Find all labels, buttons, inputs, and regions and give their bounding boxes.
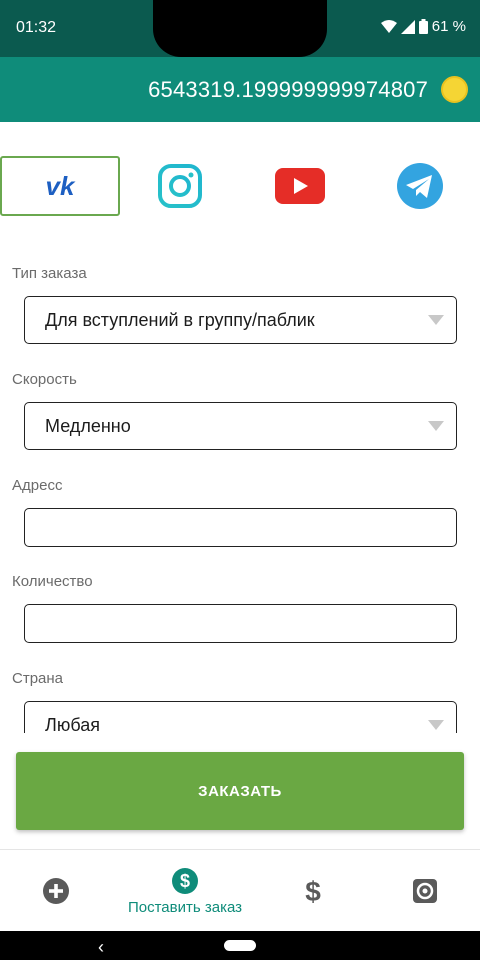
battery-icon xyxy=(418,19,428,34)
dollar-circle-icon: $ xyxy=(172,867,198,894)
nav-place-order[interactable]: $ Поставить заказ xyxy=(115,850,255,932)
social-telegram[interactable] xyxy=(360,156,480,216)
status-time: 01:32 xyxy=(16,19,57,36)
svg-text:$: $ xyxy=(305,876,321,906)
quantity-input[interactable] xyxy=(24,604,457,643)
system-nav-bar: ‹ xyxy=(0,931,480,960)
address-label: Адресс xyxy=(12,477,63,494)
order-type-select[interactable]: Для вступлений в группу/паблик xyxy=(24,296,457,344)
youtube-icon xyxy=(275,168,325,204)
balance-value: 6543319.199999999974807 xyxy=(148,77,428,102)
order-type-label: Тип заказа xyxy=(12,265,87,282)
social-selector: vk xyxy=(0,156,480,216)
app-bar: 6543319.199999999974807 xyxy=(0,57,480,122)
camera-notch xyxy=(153,0,327,57)
order-button[interactable]: ЗАКАЗАТЬ xyxy=(16,752,464,830)
home-pill[interactable] xyxy=(224,940,256,951)
back-icon[interactable]: ‹ xyxy=(98,937,104,958)
social-youtube[interactable] xyxy=(240,156,360,216)
nav-settings[interactable] xyxy=(410,850,440,932)
svg-text:vk: vk xyxy=(46,173,76,199)
add-circle-icon xyxy=(43,878,69,904)
chevron-down-icon xyxy=(428,421,444,431)
nav-place-order-label: Поставить заказ xyxy=(127,898,243,916)
order-type-value: Для вступлений в группу/паблик xyxy=(45,310,315,330)
speed-value: Медленно xyxy=(45,416,131,436)
gear-icon xyxy=(413,879,437,903)
battery-percent: 61 % xyxy=(431,18,466,35)
speed-select[interactable]: Медленно xyxy=(24,402,457,450)
quantity-label: Количество xyxy=(12,573,93,590)
svg-text:$: $ xyxy=(180,871,190,891)
wifi-icon xyxy=(380,19,397,33)
nav-add[interactable] xyxy=(38,850,74,932)
address-input[interactable] xyxy=(24,508,457,547)
chevron-down-icon xyxy=(428,720,444,730)
bottom-nav: $ Поставить заказ $ xyxy=(0,849,480,931)
social-vk[interactable]: vk xyxy=(0,156,120,216)
coin-icon xyxy=(441,76,468,103)
telegram-icon xyxy=(397,163,443,209)
status-icons: 61 % xyxy=(380,18,466,35)
speed-label: Скорость xyxy=(12,371,77,388)
social-instagram[interactable] xyxy=(120,156,240,216)
vk-icon: vk xyxy=(46,173,76,199)
chevron-down-icon xyxy=(428,315,444,325)
nav-balance[interactable]: $ xyxy=(298,850,328,932)
instagram-icon xyxy=(158,164,202,208)
signal-icon xyxy=(400,19,415,34)
dollar-icon: $ xyxy=(305,876,321,906)
country-select[interactable]: Любая xyxy=(24,701,457,735)
country-label: Страна xyxy=(12,670,64,687)
scroll-fade xyxy=(0,733,480,749)
